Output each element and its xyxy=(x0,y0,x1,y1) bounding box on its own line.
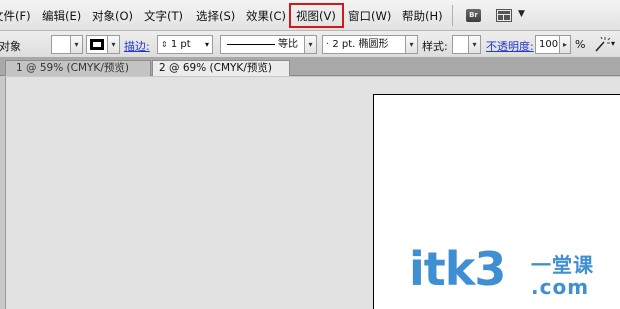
stroke-swatch-icon xyxy=(90,39,104,50)
opacity-dropdown[interactable]: ▸ xyxy=(559,35,571,54)
menu-help[interactable]: 帮助(H) xyxy=(402,8,443,24)
brush-label: 2 pt. 椭圆形 xyxy=(332,39,389,50)
profile-line xyxy=(227,44,275,45)
menu-edit[interactable]: 编辑(E) xyxy=(42,8,81,24)
brush-dropdown[interactable]: ▾ xyxy=(405,35,418,54)
document-tab-bar: 1 @ 59% (CMYK/预览) × 2 @ 69% (CMYK/预览) × xyxy=(0,58,620,129)
graphic-style-dropdown[interactable]: ▾ xyxy=(468,35,481,54)
watermark-logo: itk3 xyxy=(409,242,506,296)
style-label: 样式: xyxy=(422,40,448,53)
stroke-link[interactable]: 描边: xyxy=(124,38,150,54)
menu-select[interactable]: 选择(S) xyxy=(196,8,235,24)
recolor-dropdown-icon[interactable]: ▾ xyxy=(611,39,615,48)
brush-definition[interactable]: · 2 pt. 椭圆形 xyxy=(322,35,406,54)
menu-window[interactable]: 窗口(W) xyxy=(348,8,391,24)
graphic-style-swatch[interactable] xyxy=(452,35,469,54)
menu-separator xyxy=(452,5,453,26)
stroke-color-dropdown[interactable]: ▾ xyxy=(107,35,120,54)
menu-bar: 文件(F) 编辑(E) 对象(O) 文字(T) 选择(S) 效果(C) 视图(V… xyxy=(0,0,620,31)
tab-document-2[interactable]: 2 @ 69% (CMYK/预览) xyxy=(152,60,290,76)
opacity-unit: % xyxy=(575,38,586,51)
profile-dropdown[interactable]: ▾ xyxy=(304,35,317,54)
tab-document-2-label: 2 @ 69% (CMYK/预览) xyxy=(159,62,272,74)
stroke-weight-value: 1 pt xyxy=(170,39,191,50)
workspace-layout-icon[interactable] xyxy=(496,9,512,22)
selection-label: 对象 xyxy=(0,40,21,53)
watermark-domain: .com xyxy=(531,275,590,299)
opacity-link[interactable]: 不透明度: xyxy=(486,38,534,54)
menu-view[interactable]: 视图(V) xyxy=(296,8,336,24)
menu-type[interactable]: 文字(T) xyxy=(144,8,183,24)
menu-object[interactable]: 对象(O) xyxy=(92,8,133,24)
watermark-subtext: 一堂课 .com xyxy=(531,254,594,298)
watermark-chinese: 一堂课 xyxy=(531,253,594,277)
brush-dot-icon: · xyxy=(326,39,330,50)
stroke-weight-field[interactable]: ⇕ 1 pt ▾ xyxy=(157,35,213,54)
control-bar: 对象 ▾ ▾ 描边: ⇕ 1 pt ▾ 等比 ▾ · 2 pt. 椭圆形 ▾ 样… xyxy=(0,31,620,58)
tab-document-1[interactable]: 1 @ 59% (CMYK/预览) xyxy=(5,60,151,76)
opacity-input[interactable]: 100 xyxy=(535,35,560,54)
menu-file[interactable]: 文件(F) xyxy=(0,8,31,24)
stepper-icon[interactable]: ⇕ xyxy=(161,40,168,49)
workspace-dropdown-icon[interactable]: ▼ xyxy=(518,9,525,19)
variable-width-profile[interactable]: 等比 xyxy=(220,35,305,54)
bridge-button[interactable]: Br xyxy=(466,9,481,22)
fill-dropdown[interactable]: ▾ xyxy=(70,35,83,54)
recolor-artwork-icon[interactable] xyxy=(593,36,611,53)
stroke-weight-dropdown-icon[interactable]: ▾ xyxy=(205,36,209,53)
stroke-swatch[interactable] xyxy=(86,35,108,54)
menu-effect[interactable]: 效果(C) xyxy=(246,8,286,24)
profile-label: 等比 xyxy=(278,39,298,50)
tab-document-1-label: 1 @ 59% (CMYK/预览) xyxy=(16,62,129,74)
fill-swatch[interactable] xyxy=(51,35,71,54)
